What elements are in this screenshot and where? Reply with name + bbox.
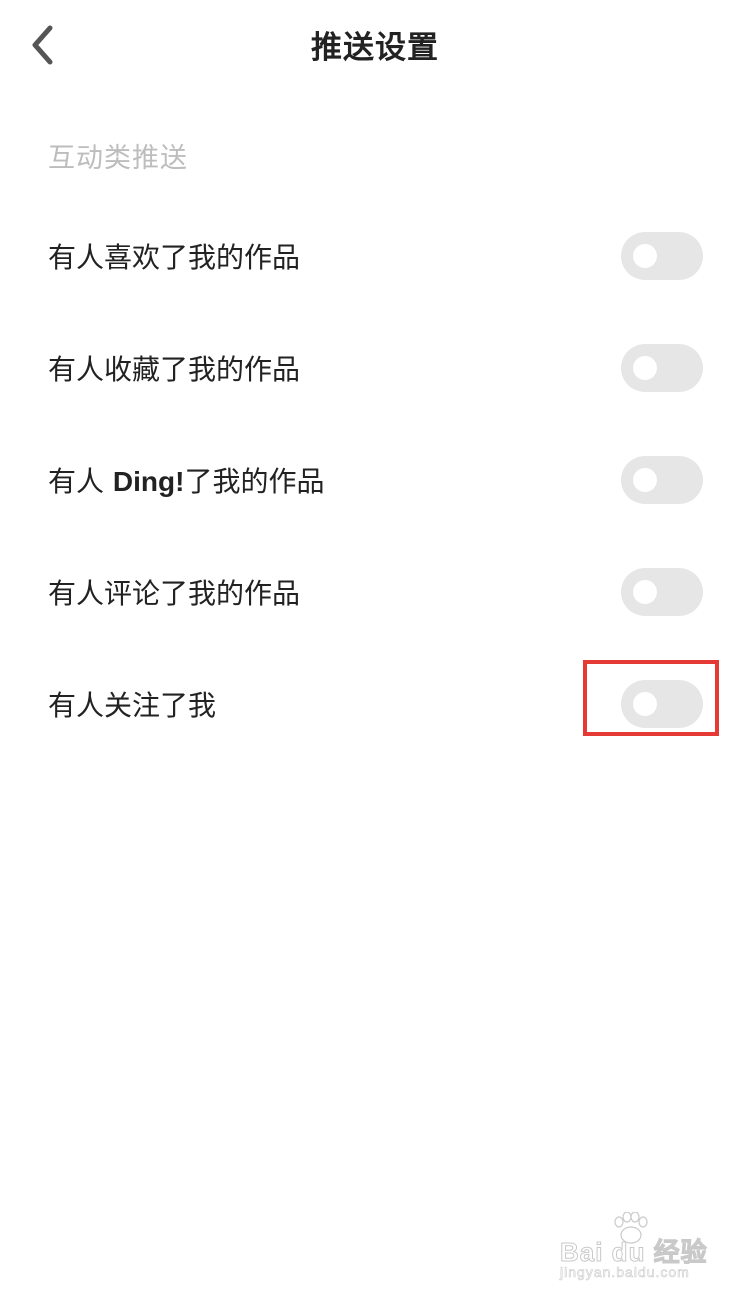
toggle-knob	[633, 580, 657, 604]
page-title: 推送设置	[311, 30, 439, 66]
watermark: Bai du 经验 jingyan.baidu.com	[560, 1210, 710, 1280]
setting-label-prefix: 有人	[48, 465, 113, 498]
section-title: 互动类推送	[48, 143, 188, 174]
nav-header: 推送设置	[0, 0, 750, 90]
push-settings-page: 推送设置 互动类推送 有人喜欢了我的作品 有人收藏了我的作品 有人 Ding!了…	[0, 0, 750, 1294]
toggle-knob	[633, 244, 657, 268]
setting-label: 有人 Ding!了我的作品	[48, 460, 324, 500]
toggle-knob	[633, 356, 657, 380]
setting-label: 有人收藏了我的作品	[48, 348, 300, 388]
setting-label-text: 有人收藏了我的作品	[48, 353, 301, 386]
setting-row-comments: 有人评论了我的作品	[0, 536, 750, 648]
setting-row-favorites: 有人收藏了我的作品	[0, 312, 750, 424]
toggle-knob	[633, 468, 657, 492]
setting-row-likes: 有人喜欢了我的作品	[0, 200, 750, 312]
setting-label-latin: Ding!	[112, 466, 185, 497]
toggle-switch[interactable]	[621, 232, 703, 280]
setting-row-ding: 有人 Ding!了我的作品	[0, 424, 750, 536]
setting-label-text: 有人关注了我	[48, 689, 217, 722]
watermark-url: jingyan.baidu.com	[560, 1264, 690, 1281]
toggle-switch[interactable]	[621, 344, 703, 392]
setting-label: 有人喜欢了我的作品	[48, 236, 300, 276]
setting-label-text: 有人喜欢了我的作品	[48, 241, 301, 274]
setting-label: 有人评论了我的作品	[48, 572, 300, 612]
toggle-switch[interactable]	[621, 568, 703, 616]
annotation-highlight-box	[583, 660, 719, 736]
toggle-switch[interactable]	[621, 456, 703, 504]
setting-label-text: 有人评论了我的作品	[48, 577, 301, 610]
setting-label: 有人关注了我	[48, 684, 216, 724]
setting-label-suffix: 了我的作品	[184, 465, 325, 498]
